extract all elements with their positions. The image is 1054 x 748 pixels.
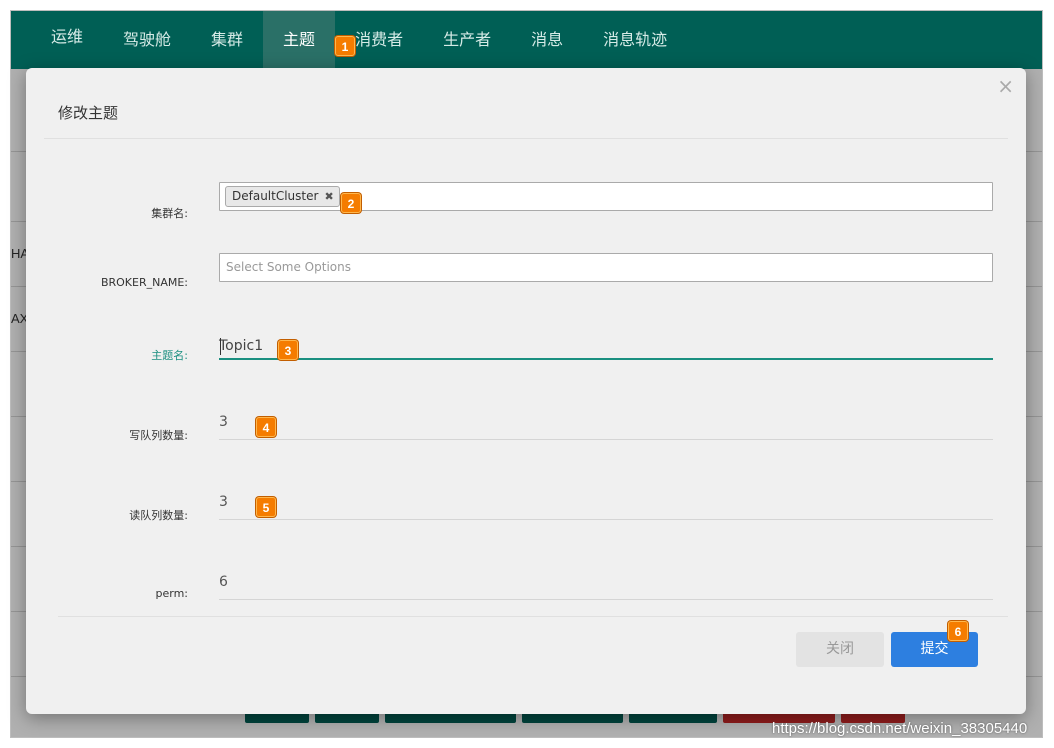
nav-item-topic[interactable]: 主题 (263, 11, 336, 69)
perm-label: perm: (155, 587, 188, 600)
cluster-label: 集群名: (151, 207, 188, 220)
topic-name-value: Topic1 (219, 338, 264, 354)
nav-item-message-trace[interactable]: 消息轨迹 (583, 11, 687, 69)
perm-value: 6 (219, 574, 228, 590)
topic-name-label: 主题名: (151, 349, 188, 362)
nav-item-message[interactable]: 消息 (511, 11, 583, 69)
annotation-badge: 4 (256, 417, 276, 437)
cluster-tag: DefaultCluster ✖ (225, 186, 340, 207)
read-queue-value: 3 (219, 494, 228, 510)
remove-tag-icon[interactable]: ✖ (324, 187, 333, 206)
write-queue-input[interactable]: 3 (219, 410, 993, 440)
cluster-select[interactable]: DefaultCluster ✖ (219, 182, 993, 211)
nav-item-cluster[interactable]: 集群 (191, 11, 263, 69)
nav-item-producer[interactable]: 生产者 (423, 11, 511, 69)
annotation-badge: 3 (278, 340, 298, 360)
topic-name-input[interactable]: Topic1 (219, 330, 993, 360)
top-navigation: 运维 驾驶舱 集群 主题 消费者 生产者 消息 消息轨迹 (11, 11, 1042, 69)
divider (44, 138, 1008, 139)
read-queue-input[interactable]: 3 (219, 490, 993, 520)
annotation-badge: 6 (948, 621, 968, 641)
read-queue-label: 读队列数量: (129, 509, 188, 522)
annotation-badge: 5 (256, 497, 276, 517)
write-queue-value: 3 (219, 414, 228, 430)
close-icon[interactable]: × (997, 74, 1014, 98)
close-button[interactable]: 关闭 (796, 632, 884, 667)
nav-item-dashboard[interactable]: 驾驶舱 (103, 11, 191, 69)
perm-input[interactable]: 6 (219, 570, 993, 600)
watermark-text: https://blog.csdn.net/weixin_38305440 (772, 720, 1028, 737)
annotation-badge: 2 (341, 193, 361, 213)
edit-topic-dialog: × 修改主题 集群名: DefaultCluster ✖ BROKER_NAME… (26, 68, 1026, 714)
broker-name-label: BROKER_NAME: (100, 276, 188, 289)
divider (58, 616, 1008, 617)
write-queue-label: 写队列数量: (129, 429, 188, 442)
cluster-tag-label: DefaultCluster (232, 189, 319, 203)
dialog-title: 修改主题 (58, 104, 119, 122)
nav-item-ops[interactable]: 运维 (31, 11, 103, 69)
annotation-badge: 1 (335, 36, 355, 56)
text-caret (220, 338, 221, 355)
broker-name-placeholder: Select Some Options (226, 260, 351, 274)
broker-name-select[interactable]: Select Some Options (219, 253, 993, 282)
